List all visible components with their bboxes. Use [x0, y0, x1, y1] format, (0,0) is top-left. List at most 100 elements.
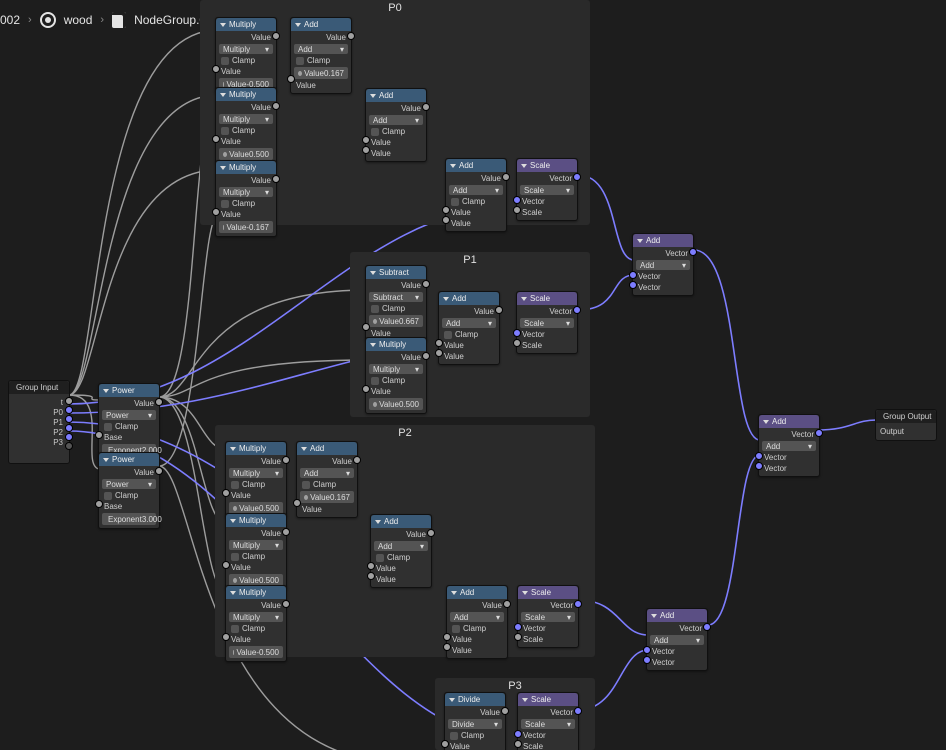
value-field[interactable]: Value-0.167 — [219, 221, 273, 233]
operation-dropdown[interactable]: Power▾ — [102, 410, 156, 420]
input-value[interactable]: Value — [369, 387, 423, 396]
input-vector-a[interactable]: Vector — [650, 647, 704, 656]
input-value-a[interactable]: Value — [369, 138, 423, 147]
clamp-checkbox[interactable]: Clamp — [229, 480, 283, 489]
node-p2-multiply-2[interactable]: Multiply Value Multiply▾ Clamp Value Val… — [225, 513, 287, 590]
input-value-b[interactable]: Value — [369, 149, 423, 158]
output-value[interactable]: Value — [229, 601, 283, 610]
clamp-checkbox[interactable]: Clamp — [369, 376, 423, 385]
node-p1-scale[interactable]: Scale Vector Scale▾ Vector Scale — [516, 291, 578, 354]
node-p1-add[interactable]: Add Value Add▾ Clamp Value Value — [438, 291, 500, 365]
operation-dropdown[interactable]: Divide▾ — [448, 719, 502, 729]
value-field[interactable]: Value0.667 — [369, 315, 423, 327]
output-value[interactable]: Value — [102, 468, 156, 477]
input-vector-b[interactable]: Vector — [636, 283, 690, 292]
operation-dropdown[interactable]: Multiply▾ — [219, 114, 273, 124]
node-group-input[interactable]: Group Input t P0 P1 P2 P3 — [8, 380, 70, 464]
node-p2-add-1[interactable]: Add Value Add▾ Clamp Value0.167 Value — [296, 441, 358, 518]
input-value-a[interactable]: Value — [442, 341, 496, 350]
input-scale[interactable]: Scale — [521, 742, 575, 750]
operation-dropdown[interactable]: Add▾ — [300, 468, 354, 478]
node-p0-add-3[interactable]: Add Value Add▾ Clamp Value Value — [445, 158, 507, 232]
input-vector-a[interactable]: Vector — [762, 453, 816, 462]
input-vector-b[interactable]: Vector — [762, 464, 816, 473]
output-value[interactable]: Value — [219, 33, 273, 42]
input-value[interactable]: Value — [219, 210, 273, 219]
input-value-a[interactable]: Value — [449, 208, 503, 217]
socket-t[interactable]: t — [13, 398, 65, 407]
node-vector-add-top[interactable]: Add Vector Add▾ Vector Vector — [632, 233, 694, 296]
socket-p3[interactable]: P3 — [13, 438, 65, 447]
output-vector[interactable]: Vector — [762, 430, 816, 439]
node-vector-add-final[interactable]: Add Vector Add▾ Vector Vector — [758, 414, 820, 477]
output-value[interactable]: Value — [369, 353, 423, 362]
node-p0-multiply-1[interactable]: Multiply Value Multiply▾ Clamp Value Val… — [215, 17, 277, 94]
output-value[interactable]: Value — [442, 307, 496, 316]
input-value-b[interactable]: Value — [442, 352, 496, 361]
clamp-checkbox[interactable]: Clamp — [448, 731, 502, 740]
node-p0-add-2[interactable]: Add Value Add▾ Clamp Value Value — [365, 88, 427, 162]
input-value[interactable]: Value — [219, 67, 273, 76]
input-value[interactable]: Value — [229, 491, 283, 500]
operation-dropdown[interactable]: Scale▾ — [521, 612, 575, 622]
output-vector[interactable]: Vector — [520, 307, 574, 316]
output-vector[interactable]: Vector — [650, 624, 704, 633]
clamp-checkbox[interactable]: Clamp — [369, 304, 423, 313]
output-vector[interactable]: Vector — [521, 601, 575, 610]
output-value[interactable]: Value — [448, 708, 502, 717]
output-value[interactable]: Value — [369, 104, 423, 113]
operation-dropdown[interactable]: Add▾ — [369, 115, 423, 125]
operation-dropdown[interactable]: Scale▾ — [521, 719, 575, 729]
node-group-output[interactable]: Group Output Output — [875, 409, 937, 441]
output-vector[interactable]: Vector — [520, 174, 574, 183]
clamp-checkbox[interactable]: Clamp — [442, 330, 496, 339]
clamp-checkbox[interactable]: Clamp — [229, 624, 283, 633]
input-value-a[interactable]: Value — [450, 635, 504, 644]
operation-dropdown[interactable]: Power▾ — [102, 479, 156, 489]
operation-dropdown[interactable]: Add▾ — [450, 612, 504, 622]
socket-blank[interactable] — [13, 448, 65, 457]
node-p1-subtract[interactable]: Subtract Value Subtract▾ Clamp Value0.66… — [365, 265, 427, 342]
clamp-checkbox[interactable]: Clamp — [449, 197, 503, 206]
input-value-b[interactable]: Value — [374, 575, 428, 584]
output-value[interactable]: Value — [229, 457, 283, 466]
clamp-checkbox[interactable]: Clamp — [300, 480, 354, 489]
value-field[interactable]: Value0.167 — [300, 491, 354, 503]
node-p0-add-1[interactable]: Add Value Add▾ Clamp Value0.167 Value — [290, 17, 352, 94]
node-p3-divide[interactable]: Divide Value Divide▾ Clamp Value — [444, 692, 506, 750]
node-p2-add-2[interactable]: Add Value Add▾ Clamp Value Value — [370, 514, 432, 588]
operation-dropdown[interactable]: Add▾ — [762, 441, 816, 451]
input-vector-b[interactable]: Vector — [650, 658, 704, 667]
value-field[interactable]: Value-0.500 — [229, 646, 283, 658]
output-value[interactable]: Value — [450, 601, 504, 610]
clamp-checkbox[interactable]: Clamp — [450, 624, 504, 633]
output-value[interactable]: Value — [369, 281, 423, 290]
value-field[interactable]: Value0.500 — [369, 398, 423, 410]
operation-dropdown[interactable]: Add▾ — [636, 260, 690, 270]
input-value[interactable]: Value — [229, 635, 283, 644]
clamp-checkbox[interactable]: Clamp — [374, 553, 428, 562]
output-vector[interactable]: Vector — [636, 249, 690, 258]
input-vector[interactable]: Vector — [520, 197, 574, 206]
input-output[interactable]: Output — [880, 427, 932, 436]
clamp-checkbox[interactable]: Clamp — [219, 56, 273, 65]
operation-dropdown[interactable]: Subtract▾ — [369, 292, 423, 302]
operation-dropdown[interactable]: Multiply▾ — [219, 187, 273, 197]
breadcrumb-item-1[interactable]: wood — [64, 13, 93, 27]
input-base[interactable]: Base — [102, 502, 156, 511]
output-value[interactable]: Value — [449, 174, 503, 183]
node-p2-multiply-3[interactable]: Multiply Value Multiply▾ Clamp Value Val… — [225, 585, 287, 662]
output-vector[interactable]: Vector — [521, 708, 575, 717]
operation-dropdown[interactable]: Add▾ — [442, 318, 496, 328]
input-value-b[interactable]: Value — [450, 646, 504, 655]
input-value[interactable]: Value — [219, 137, 273, 146]
input-vector[interactable]: Vector — [521, 624, 575, 633]
clamp-checkbox[interactable]: Clamp — [102, 422, 156, 431]
output-value[interactable]: Value — [294, 33, 348, 42]
input-value-b[interactable]: Value — [449, 219, 503, 228]
operation-dropdown[interactable]: Multiply▾ — [229, 468, 283, 478]
exponent-field[interactable]: Exponent3.000 — [102, 513, 156, 525]
clamp-checkbox[interactable]: Clamp — [294, 56, 348, 65]
operation-dropdown[interactable]: Multiply▾ — [229, 612, 283, 622]
node-p2-scale[interactable]: Scale Vector Scale▾ Vector Scale — [517, 585, 579, 648]
